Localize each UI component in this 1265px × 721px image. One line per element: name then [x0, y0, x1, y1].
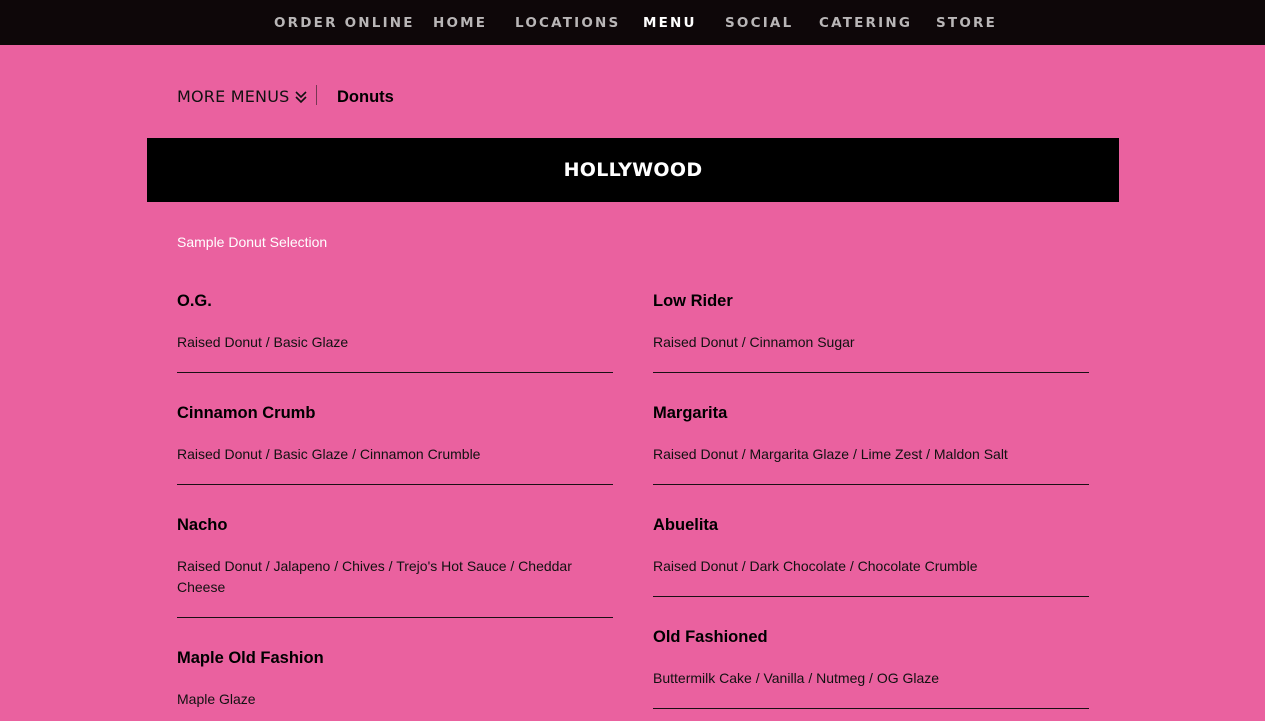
nav-home[interactable]: HOME [433, 15, 487, 31]
menu-item-name: Low Rider [653, 292, 733, 310]
menu-divider [316, 85, 317, 105]
nav-locations[interactable]: LOCATIONS [515, 15, 620, 31]
menu-item-name: Margarita [653, 404, 728, 422]
double-chevron-down-icon[interactable] [294, 90, 308, 104]
top-navigation: ORDER ONLINE HOME LOCATIONS MENU SOCIAL … [0, 0, 1265, 45]
menu-item-description: Buttermilk Cake / Vanilla / Nutmeg / OG … [653, 670, 940, 686]
menu-item-name: Nacho [177, 516, 228, 534]
menu-item-description: Raised Donut / Basic Glaze / Cinnamon Cr… [177, 446, 481, 462]
location-banner: HOLLYWOOD [147, 138, 1119, 202]
current-menu-label: Donuts [337, 88, 394, 106]
nav-menu[interactable]: MENU [643, 15, 697, 31]
menu-item-name: Cinnamon Crumb [177, 404, 316, 422]
item-divider [653, 372, 1089, 373]
menu-item-description: Raised Donut / Cinnamon Sugar [653, 334, 855, 350]
item-divider [177, 372, 613, 373]
menu-item-name: Maple Old Fashion [177, 649, 324, 667]
item-divider [653, 484, 1089, 485]
nav-order-online[interactable]: ORDER ONLINE [274, 15, 415, 31]
item-divider [653, 596, 1089, 597]
menu-item-name: Old Fashioned [653, 628, 768, 646]
item-divider [177, 617, 613, 618]
menu-item-description: Raised Donut / Margarita Glaze / Lime Ze… [653, 446, 1008, 462]
menu-item-description: Maple Glaze [177, 691, 256, 707]
menu-item-description: Raised Donut / Basic Glaze [177, 334, 349, 350]
nav-catering[interactable]: CATERING [819, 15, 912, 31]
item-divider [653, 708, 1089, 709]
location-title: HOLLYWOOD [563, 159, 703, 181]
menu-item-name: O.G. [177, 292, 212, 310]
nav-social[interactable]: SOCIAL [725, 15, 793, 31]
item-divider [177, 484, 613, 485]
section-title: Sample Donut Selection [177, 234, 328, 250]
menu-item-name: Abuelita [653, 516, 719, 534]
menu-item-description: Raised Donut / Jalapeno / Chives / Trejo… [177, 558, 572, 595]
nav-store[interactable]: STORE [936, 15, 997, 31]
more-menus-button[interactable]: MORE MENUS [177, 87, 289, 106]
menu-item-description: Raised Donut / Dark Chocolate / Chocolat… [653, 558, 978, 574]
